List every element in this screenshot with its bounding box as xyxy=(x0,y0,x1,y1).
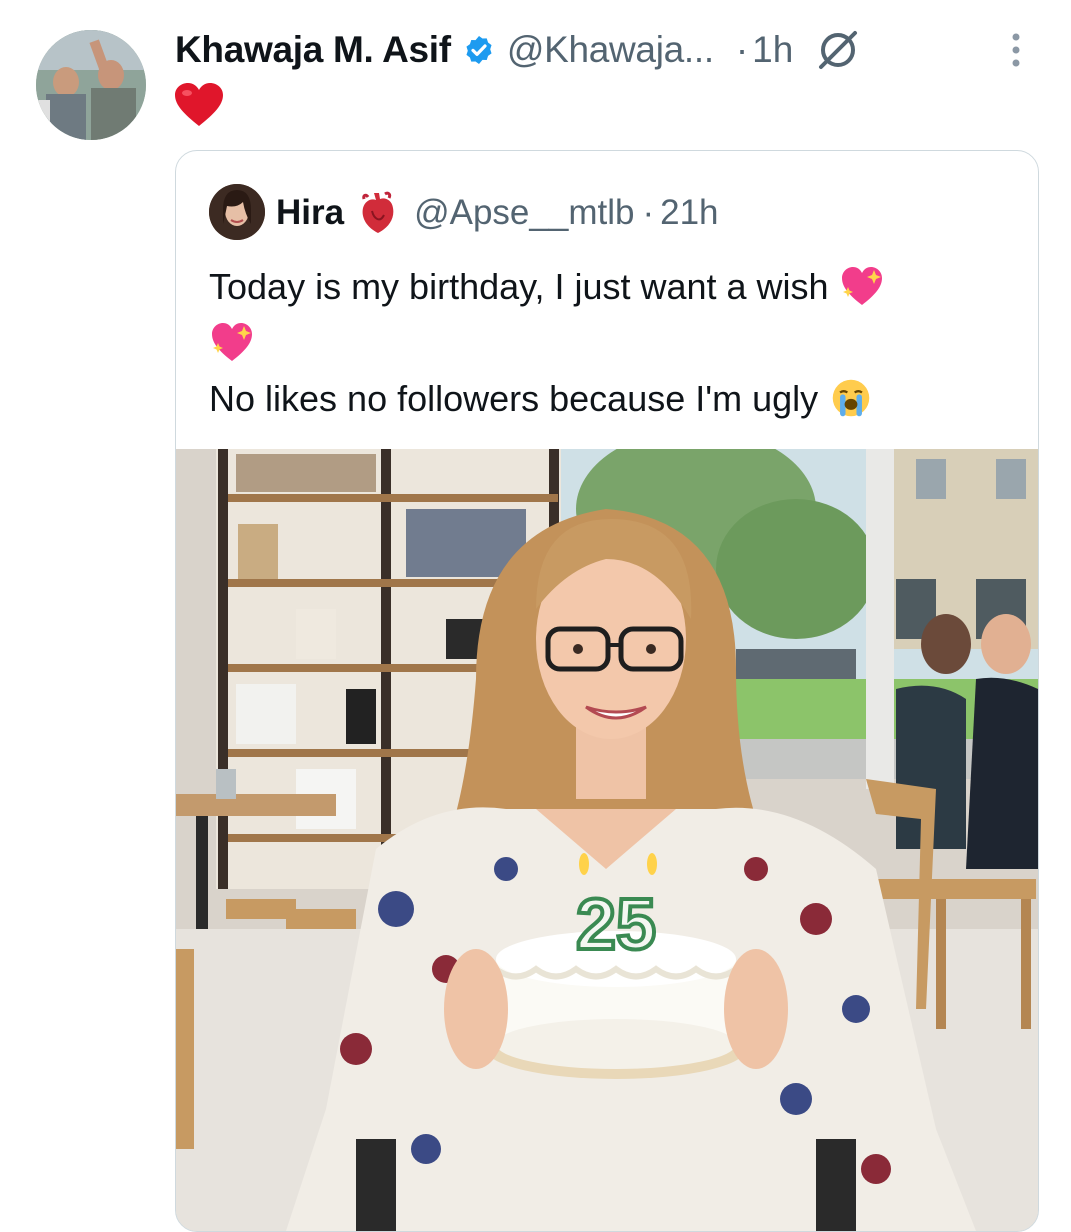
quoted-tweet-time[interactable]: 21h xyxy=(660,193,718,233)
loudly-crying-face-icon xyxy=(832,379,870,417)
birthday-photo[interactable]: 25 xyxy=(176,449,1038,1231)
quoted-avatar-image xyxy=(209,184,265,240)
quoted-author-handle[interactable]: @Apse__mtlb xyxy=(414,193,634,233)
more-options-icon[interactable] xyxy=(1003,30,1029,74)
birthday-photo-image: 25 xyxy=(176,449,1038,1231)
verified-badge-icon xyxy=(466,36,492,64)
author-avatar[interactable] xyxy=(36,30,146,140)
avatar-image xyxy=(36,30,146,140)
author-name[interactable]: Khawaja M. Asif xyxy=(175,29,451,71)
red-heart-emoji xyxy=(175,83,223,126)
quoted-text-line2: No likes no followers because I'm ugly xyxy=(209,378,819,419)
sparkling-heart-icon xyxy=(841,267,882,305)
no-sign-icon xyxy=(819,31,858,69)
quoted-tweet-card[interactable]: Hira @Apse__mtlb · 21h Today is my birth… xyxy=(175,150,1039,1232)
quoted-author-name[interactable]: Hira xyxy=(276,193,344,233)
quoted-separator-dot: · xyxy=(642,193,655,232)
candle-number: 25 xyxy=(576,885,656,965)
sparkling-heart-icon xyxy=(212,323,252,361)
quoted-tweet-header: Hira @Apse__mtlb · 21h xyxy=(276,189,719,237)
tweet-time[interactable]: 1h xyxy=(752,29,793,71)
anatomical-heart-icon xyxy=(362,191,394,233)
separator-dot: · xyxy=(735,29,749,70)
quoted-text-line1: Today is my birthday, I just want a wish xyxy=(209,266,829,307)
tweet-header: Khawaja M. Asif @Khawaja... · 1h xyxy=(175,22,861,78)
quoted-author-avatar[interactable] xyxy=(209,184,265,240)
quoted-tweet-text: Today is my birthday, I just want a wish… xyxy=(209,259,1019,427)
author-handle[interactable]: @Khawaja... xyxy=(507,29,714,71)
